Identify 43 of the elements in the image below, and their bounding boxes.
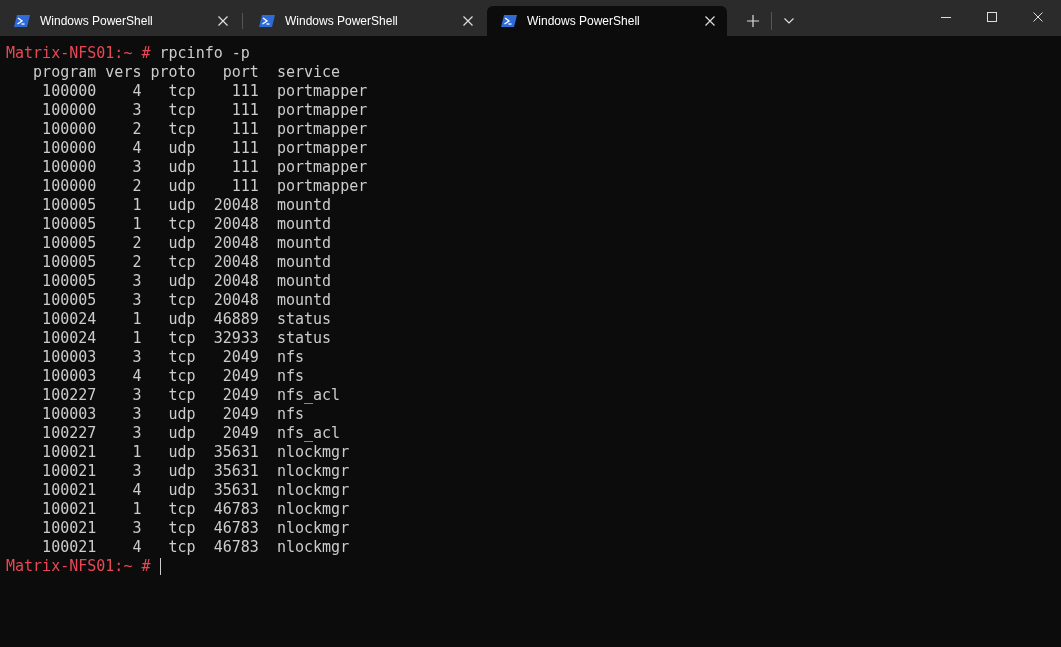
plus-icon[interactable]: [747, 15, 759, 27]
powershell-icon: [501, 15, 517, 27]
output-line: 100024 1 tcp 32933 status: [41, 329, 332, 348]
tab[interactable]: Windows PowerShell: [245, 6, 485, 36]
output-line: 100005 1 udp 20048 mountd: [41, 196, 332, 215]
output-line: 100000 2 tcp 111 portmapper: [41, 120, 368, 139]
output-line: 100000 3 udp 111 portmapper: [41, 158, 368, 177]
close-icon[interactable]: [1033, 12, 1043, 22]
minimize-icon[interactable]: [941, 16, 951, 18]
output-line: 100005 2 tcp 20048 mountd: [41, 253, 332, 272]
maximize-icon[interactable]: [987, 12, 997, 22]
output-line: 100021 1 tcp 46783 nlockmgr: [41, 500, 350, 519]
chevron-down-icon[interactable]: [784, 18, 794, 24]
shell-prompt: Matrix-NFS01:~ #: [6, 44, 151, 63]
output-line: 100227 3 tcp 2049 nfs_acl: [41, 386, 341, 405]
tab[interactable]: Windows PowerShell: [0, 6, 240, 36]
output-line: program vers proto port service: [32, 63, 341, 82]
close-icon[interactable]: [463, 16, 473, 26]
output-line: 100021 3 tcp 46783 nlockmgr: [41, 519, 350, 538]
output-line: 100000 2 udp 111 portmapper: [41, 177, 368, 196]
output-line: 100000 4 tcp 111 portmapper: [41, 82, 368, 101]
output-line: 100021 3 udp 35631 nlockmgr: [41, 462, 350, 481]
close-icon[interactable]: [218, 16, 228, 26]
output-line: 100021 4 tcp 46783 nlockmgr: [41, 538, 350, 557]
shell-prompt: Matrix-NFS01:~ #: [6, 557, 151, 576]
output-line: 100003 4 tcp 2049 nfs: [41, 367, 304, 386]
powershell-icon: [14, 15, 30, 27]
output-line: 100021 1 udp 35631 nlockmgr: [41, 443, 350, 462]
command-text: rpcinfo -p: [158, 44, 250, 63]
output-line: 100000 3 tcp 111 portmapper: [41, 101, 368, 120]
close-icon[interactable]: [705, 16, 715, 26]
output-line: 100000 4 udp 111 portmapper: [41, 139, 368, 158]
output-line: 100024 1 udp 46889 status: [41, 310, 332, 329]
output-line: 100005 2 udp 20048 mountd: [41, 234, 332, 253]
output-line: 100005 3 udp 20048 mountd: [41, 272, 332, 291]
output-line: 100005 1 tcp 20048 mountd: [41, 215, 332, 234]
tab[interactable]: Windows PowerShell: [487, 6, 727, 36]
powershell-icon: [259, 15, 275, 27]
output-line: 100005 3 tcp 20048 mountd: [41, 291, 332, 310]
output-line: 100227 3 udp 2049 nfs_acl: [41, 424, 341, 443]
output-line: 100021 4 udp 35631 nlockmgr: [41, 481, 350, 500]
output-line: 100003 3 tcp 2049 nfs: [41, 348, 304, 367]
output-line: 100003 3 udp 2049 nfs: [41, 405, 304, 424]
